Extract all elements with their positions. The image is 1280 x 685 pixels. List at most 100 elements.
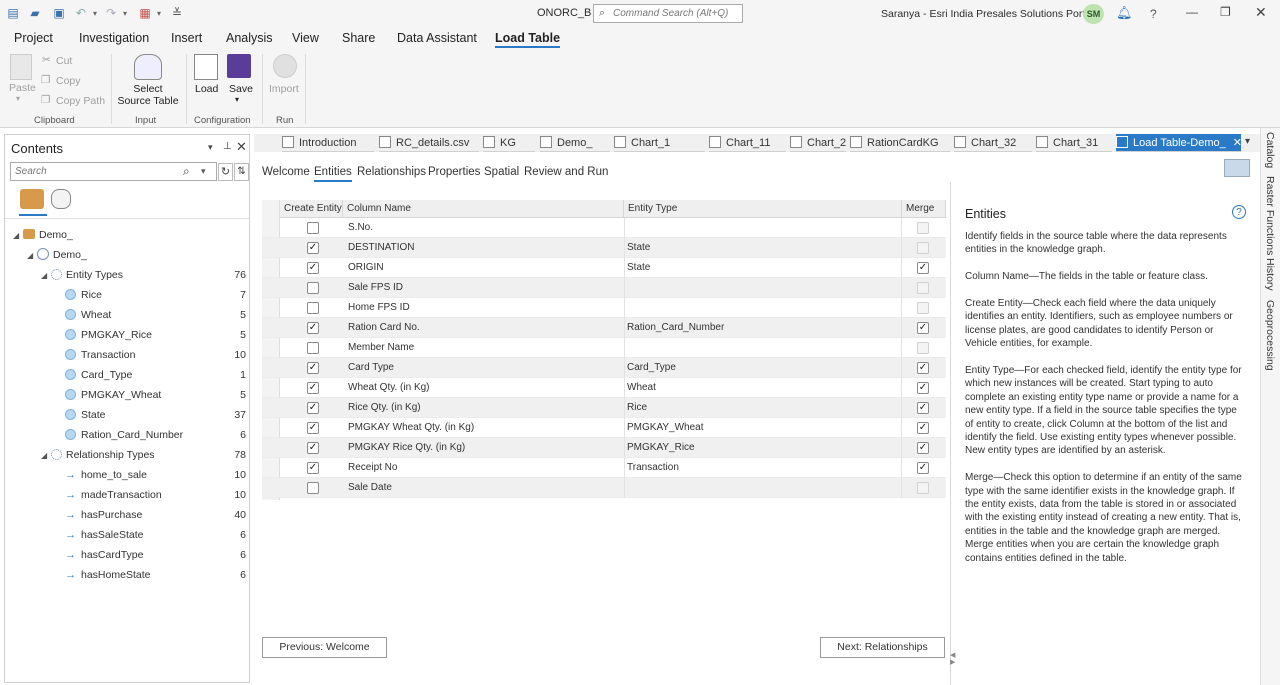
entity-type-cell[interactable]: PMGKAY_Rice <box>624 438 902 458</box>
merge-checkbox[interactable]: ✓ <box>917 322 929 334</box>
contents-search-box[interactable]: Search ⌕ ▾ <box>10 162 217 181</box>
tab-introduction[interactable]: Introduction <box>282 134 374 152</box>
select-source-table-label-1[interactable]: Select <box>118 83 178 95</box>
close-window-icon[interactable]: ✕ <box>1255 4 1267 21</box>
tab-list-dropdown-icon[interactable]: ▾ <box>1245 136 1250 147</box>
entity-type-cell[interactable] <box>624 218 902 238</box>
tree-item-entity[interactable]: Rice 7 <box>65 285 249 305</box>
tab-chart-32[interactable]: Chart_32 <box>954 134 1032 152</box>
create-entity-checkbox[interactable]: ✓ <box>307 422 319 434</box>
merge-checkbox[interactable]: ✓ <box>917 262 929 274</box>
copy-path-button[interactable]: Copy Path <box>56 95 105 107</box>
previous-welcome-button[interactable]: Previous: Welcome <box>262 637 387 658</box>
menu-insert[interactable]: Insert <box>171 31 202 45</box>
create-entity-checkbox[interactable]: ✓ <box>307 362 319 374</box>
table-row[interactable]: ✓ PMGKAY Wheat Qty. (in Kg) PMGKAY_Wheat ✓ <box>262 418 946 438</box>
portal-user-label[interactable]: Saranya - Esri India Presales Solutions … <box>881 8 1093 20</box>
tree-item-relationship[interactable]: → hasHomeState 6 <box>65 565 249 585</box>
create-entity-checkbox[interactable] <box>307 302 319 314</box>
customize-toolbar-icon[interactable]: ≚ <box>170 7 184 20</box>
load-button[interactable]: Load <box>195 83 218 95</box>
header-column-name[interactable]: Column Name <box>343 200 624 218</box>
tree-item-relationship[interactable]: → madeTransaction 10 <box>65 485 249 505</box>
tree-item-relationship[interactable]: → hasPurchase 40 <box>65 505 249 525</box>
entity-type-cell[interactable] <box>624 278 902 298</box>
subtab-relationships[interactable]: Relationships <box>357 166 426 178</box>
tree-item-relationship[interactable]: → hasCardType 6 <box>65 545 249 565</box>
table-row[interactable]: ✓ Rice Qty. (in Kg) Rice ✓ <box>262 398 946 418</box>
entity-type-cell[interactable]: Rice <box>624 398 902 418</box>
entity-type-cell[interactable]: State <box>624 258 902 278</box>
merge-checkbox[interactable]: ✓ <box>917 402 929 414</box>
paste-dropdown-icon[interactable]: ▾ <box>16 94 20 103</box>
entity-type-cell[interactable]: Transaction <box>624 458 902 478</box>
header-entity-type[interactable]: Entity Type <box>624 200 902 218</box>
entity-type-cell[interactable]: PMGKAY_Wheat <box>624 418 902 438</box>
header-merge[interactable]: Merge <box>902 200 946 218</box>
create-entity-checkbox[interactable] <box>307 222 319 234</box>
merge-checkbox[interactable]: ✓ <box>917 422 929 434</box>
help-info-icon[interactable]: ? <box>1232 205 1246 219</box>
search-dropdown-icon[interactable]: ▾ <box>201 166 206 177</box>
menu-share[interactable]: Share <box>342 31 375 45</box>
tab-kg[interactable]: KG <box>483 134 535 152</box>
tab-chart-11[interactable]: Chart_11 <box>709 134 786 152</box>
copy-button[interactable]: Copy <box>56 75 81 87</box>
tree-item-entity[interactable]: Ration_Card_Number 6 <box>65 425 249 445</box>
help-button[interactable]: ? <box>1150 7 1157 21</box>
expand-caret-icon[interactable]: ◢ <box>13 226 23 246</box>
gallery-dropdown-icon[interactable]: ▾ <box>152 7 166 20</box>
select-source-table-label-2[interactable]: Source Table <box>113 95 183 107</box>
create-entity-checkbox[interactable]: ✓ <box>307 242 319 254</box>
table-view-icon[interactable] <box>1224 159 1250 177</box>
undo-dropdown-icon[interactable]: ▾ <box>88 7 102 20</box>
contents-search-input[interactable]: Search <box>15 166 47 177</box>
close-pane-icon[interactable]: ✕ <box>236 139 247 155</box>
save-button[interactable]: Save <box>229 83 253 95</box>
merge-checkbox[interactable]: ✓ <box>917 362 929 374</box>
entity-type-cell[interactable]: State <box>624 238 902 258</box>
table-row[interactable]: ✓ PMGKAY Rice Qty. (in Kg) PMGKAY_Rice ✓ <box>262 438 946 458</box>
tab-chart-31[interactable]: Chart_31 <box>1036 134 1112 152</box>
table-row[interactable]: ✓ Card Type Card_Type ✓ <box>262 358 946 378</box>
subtab-spatial[interactable]: Spatial <box>484 166 519 178</box>
cut-button[interactable]: Cut <box>56 55 72 67</box>
merge-checkbox[interactable]: ✓ <box>917 462 929 474</box>
expand-caret-icon[interactable]: ◢ <box>41 446 51 466</box>
create-entity-checkbox[interactable]: ✓ <box>307 262 319 274</box>
close-tab-icon[interactable]: ✕ <box>1230 137 1242 149</box>
tree-item-relationship[interactable]: → hasSaleState 6 <box>65 525 249 545</box>
tree-item-entity[interactable]: Card_Type 1 <box>65 365 249 385</box>
minimize-icon[interactable]: — <box>1186 5 1198 19</box>
subtab-entities[interactable]: Entities <box>314 166 352 182</box>
create-entity-checkbox[interactable]: ✓ <box>307 462 319 474</box>
menu-investigation[interactable]: Investigation <box>79 31 149 45</box>
menu-data-assistant[interactable]: Data Assistant <box>397 31 477 45</box>
create-entity-checkbox[interactable]: ✓ <box>307 382 319 394</box>
avatar[interactable]: SM <box>1083 4 1104 24</box>
notification-bell-icon[interactable]: 🔔︎ <box>1116 5 1133 21</box>
tree-item-entity[interactable]: Transaction 10 <box>65 345 249 365</box>
tree-item-entity[interactable]: PMGKAY_Wheat 5 <box>65 385 249 405</box>
redo-icon[interactable]: ↷ <box>104 7 118 20</box>
tree-item-group[interactable]: ◢ Demo_ <box>13 225 249 245</box>
sort-icon[interactable]: ⇅ <box>234 163 249 181</box>
table-row[interactable]: Member Name <box>262 338 946 358</box>
tree-item-entity[interactable]: Wheat 5 <box>65 305 249 325</box>
create-entity-checkbox[interactable]: ✓ <box>307 442 319 454</box>
entity-type-cell[interactable] <box>624 338 902 358</box>
tree-item-relationship-types[interactable]: ◢ Relationship Types 78 <box>41 445 249 465</box>
tab-chart-1[interactable]: Chart_1 <box>614 134 705 152</box>
merge-checkbox[interactable]: ✓ <box>917 382 929 394</box>
entity-type-cell[interactable]: Card_Type <box>624 358 902 378</box>
entity-type-cell[interactable] <box>624 298 902 318</box>
menu-view[interactable]: View <box>292 31 319 45</box>
expand-caret-icon[interactable]: ◢ <box>27 246 37 266</box>
tree-item-kg[interactable]: ◢ Demo_ <box>27 245 249 265</box>
entity-type-cell[interactable]: Wheat <box>624 378 902 398</box>
search-icon[interactable]: ⌕ <box>183 164 190 179</box>
table-row[interactable]: Sale FPS ID <box>262 278 946 298</box>
new-project-icon[interactable]: ▤ <box>6 7 20 20</box>
table-row[interactable]: ✓ ORIGIN State ✓ <box>262 258 946 278</box>
subtab-review-and-run[interactable]: Review and Run <box>524 166 608 178</box>
